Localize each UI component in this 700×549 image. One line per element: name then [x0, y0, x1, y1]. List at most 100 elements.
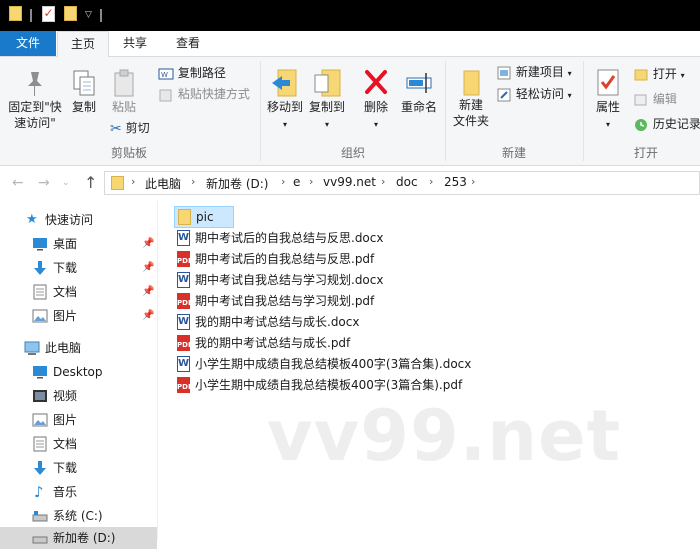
folder-icon — [178, 209, 191, 225]
rename-icon — [406, 73, 432, 93]
sidebar-label: 系统 (C:) — [53, 509, 103, 523]
desktop-icon — [33, 366, 47, 379]
paste-shortcut-label: 粘贴快捷方式 — [177, 87, 250, 101]
file-list: pic W 期中考试后的自我总结与反思.docx PDF 期中考试后的自我总结与… — [160, 201, 700, 540]
recent-locations-icon[interactable]: ⌄ — [62, 178, 70, 188]
music-icon: ♪ — [34, 483, 44, 501]
dropdown-arrow-icon: ▾ — [567, 91, 572, 100]
paste-shortcut-button[interactable]: 粘贴快捷方式 — [158, 85, 250, 103]
file-name: 期中考试后的自我总结与反思.docx — [195, 231, 384, 245]
chevron-right-icon: › — [281, 175, 286, 188]
breadcrumb-drive-d[interactable]: 新加卷 (D:) — [206, 175, 268, 192]
sidebar-item-music[interactable]: ♪ 音乐 — [30, 481, 157, 503]
paste-label: 粘贴 — [111, 100, 136, 114]
edit-label: 编辑 — [652, 92, 677, 106]
new-folder-icon — [463, 70, 480, 96]
new-folder-button[interactable]: 新建 文件夹 — [449, 69, 493, 129]
pin-quick-access-button[interactable]: 固定到"快 速访问" — [4, 69, 66, 131]
easy-access-button[interactable]: 轻松访问 ▾ — [496, 85, 572, 103]
properties-icon[interactable]: ✓ — [42, 6, 55, 22]
sidebar-item-pc-desktop[interactable]: Desktop — [30, 361, 157, 383]
folder-icon — [9, 6, 22, 21]
edit-button[interactable]: 编辑 — [633, 90, 677, 108]
sidebar-label: 视频 — [53, 389, 78, 403]
clipboard-group-label: 剪贴板 — [111, 146, 148, 160]
history-button[interactable]: 历史记录 — [633, 115, 700, 133]
forward-arrow-icon[interactable]: → — [38, 175, 50, 191]
pin-icon — [28, 72, 42, 96]
move-to-label: 移动到 — [266, 100, 303, 114]
breadcrumb-vv99[interactable]: vv99.net — [323, 175, 376, 189]
word-document-icon: W — [177, 272, 190, 288]
ribbon: 固定到"快 速访问" 复制 粘贴 W 复制路径 粘贴快捷方式 ✂ 剪切 剪贴板 — [0, 57, 700, 166]
properties-button[interactable]: 属性 ▾ — [590, 67, 626, 133]
sidebar-label: 文档 — [53, 285, 78, 299]
breadcrumb-e[interactable]: e — [293, 175, 300, 189]
documents-icon — [33, 284, 47, 300]
file-name: pic — [196, 210, 214, 224]
organize-group-label: 组织 — [341, 146, 366, 160]
separator — [30, 9, 32, 22]
copy-path-button[interactable]: W 复制路径 — [158, 64, 226, 82]
cut-button[interactable]: ✂ 剪切 — [110, 119, 150, 137]
sidebar-item-this-pc[interactable]: 此电脑 — [24, 337, 157, 359]
navigation-bar: ← → ⌄ ↑ › 此电脑 › 新加卷 (D:) › e › vv99.net … — [0, 166, 700, 201]
chevron-right-icon: › — [471, 175, 476, 188]
sidebar-item-pc-downloads[interactable]: 下载 — [30, 457, 157, 479]
address-bar[interactable]: › 此电脑 › 新加卷 (D:) › e › vv99.net › doc › … — [104, 171, 700, 195]
delete-button[interactable]: 删除 ▾ — [360, 67, 392, 133]
customize-toolbar-icon[interactable]: ▽ — [85, 10, 92, 20]
group-separator — [260, 61, 261, 161]
sidebar-item-pictures[interactable]: 图片 📌 — [30, 305, 157, 327]
new-folder-icon[interactable] — [64, 6, 77, 21]
file-name: 小学生期中成绩自我总结模板400字(3篇合集).pdf — [195, 378, 463, 392]
sidebar-label: 图片 — [53, 413, 78, 427]
pdf-icon: PDF — [177, 293, 193, 309]
tab-view[interactable]: 查看 — [163, 31, 213, 56]
back-arrow-icon[interactable]: ← — [12, 175, 24, 191]
sidebar-item-downloads[interactable]: 下载 📌 — [30, 257, 157, 279]
new-item-button[interactable]: 新建项目 ▾ — [496, 63, 572, 81]
pin-icon[interactable]: 📌 — [142, 233, 154, 255]
chevron-right-icon: › — [191, 175, 196, 188]
breadcrumb-253[interactable]: 253 — [444, 175, 467, 189]
paste-button[interactable]: 粘贴 — [108, 69, 140, 115]
sidebar-item-drive-c[interactable]: 系统 (C:) — [30, 505, 157, 527]
tab-file[interactable]: 文件 — [0, 31, 56, 56]
list-item-folder[interactable]: pic — [174, 206, 234, 228]
breadcrumb-this-pc[interactable]: 此电脑 — [145, 175, 181, 192]
copy-to-button[interactable]: 复制到 ▾ — [306, 67, 348, 133]
sidebar-item-pc-pictures[interactable]: 图片 — [30, 409, 157, 431]
copy-path-label: 复制路径 — [177, 66, 226, 80]
drive-icon — [32, 536, 48, 544]
copy-label: 复制 — [71, 100, 96, 114]
open-button[interactable]: 打开 ▾ — [633, 65, 685, 83]
move-to-button[interactable]: 移动到 ▾ — [264, 67, 306, 133]
word-document-icon: W — [177, 314, 190, 330]
sidebar-item-quick-access[interactable]: ★ 快速访问 — [26, 209, 157, 231]
tab-share[interactable]: 共享 — [110, 31, 160, 56]
properties-icon — [597, 69, 619, 96]
separator — [100, 9, 102, 22]
rename-button[interactable]: 重命名 — [398, 67, 440, 115]
sidebar-label: 快速访问 — [45, 213, 94, 227]
up-arrow-icon[interactable]: ↑ — [84, 173, 97, 192]
cut-label: 剪切 — [125, 121, 150, 135]
chevron-right-icon: › — [381, 175, 386, 188]
sidebar-item-pc-documents[interactable]: 文档 — [30, 433, 157, 455]
tab-home[interactable]: 主页 — [57, 31, 109, 58]
pin-icon[interactable]: 📌 — [142, 281, 154, 303]
pane-divider[interactable] — [157, 201, 158, 540]
pin-icon[interactable]: 📌 — [142, 257, 154, 279]
sidebar-item-documents[interactable]: 文档 📌 — [30, 281, 157, 303]
dropdown-arrow-icon: ▾ — [680, 71, 685, 80]
pin-icon[interactable]: 📌 — [142, 305, 154, 327]
breadcrumb-doc[interactable]: doc — [396, 175, 418, 189]
sidebar-item-drive-d[interactable]: 新加卷 (D:) — [0, 527, 157, 549]
sidebar-item-videos[interactable]: 视频 — [30, 385, 157, 407]
delete-label: 删除 — [363, 100, 388, 114]
copy-to-label: 复制到 — [308, 100, 345, 114]
sidebar-item-desktop[interactable]: 桌面 📌 — [30, 233, 157, 255]
group-separator — [583, 61, 584, 161]
copy-button[interactable]: 复制 — [68, 69, 100, 115]
